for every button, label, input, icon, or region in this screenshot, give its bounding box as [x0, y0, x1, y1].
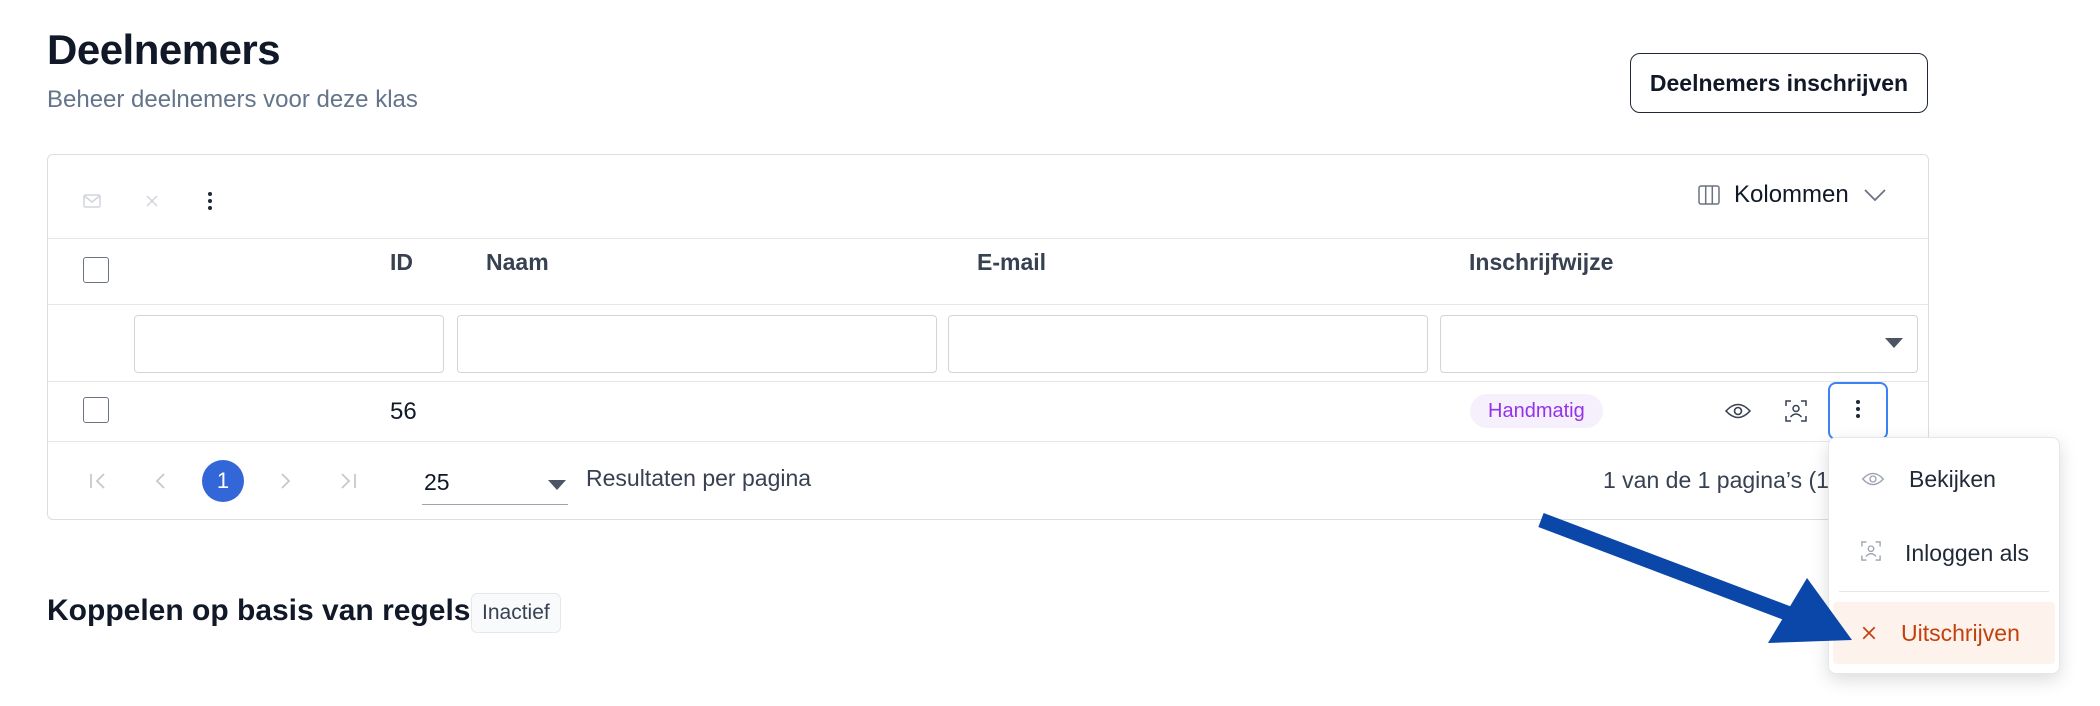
- annotation-arrow: [1538, 512, 1852, 643]
